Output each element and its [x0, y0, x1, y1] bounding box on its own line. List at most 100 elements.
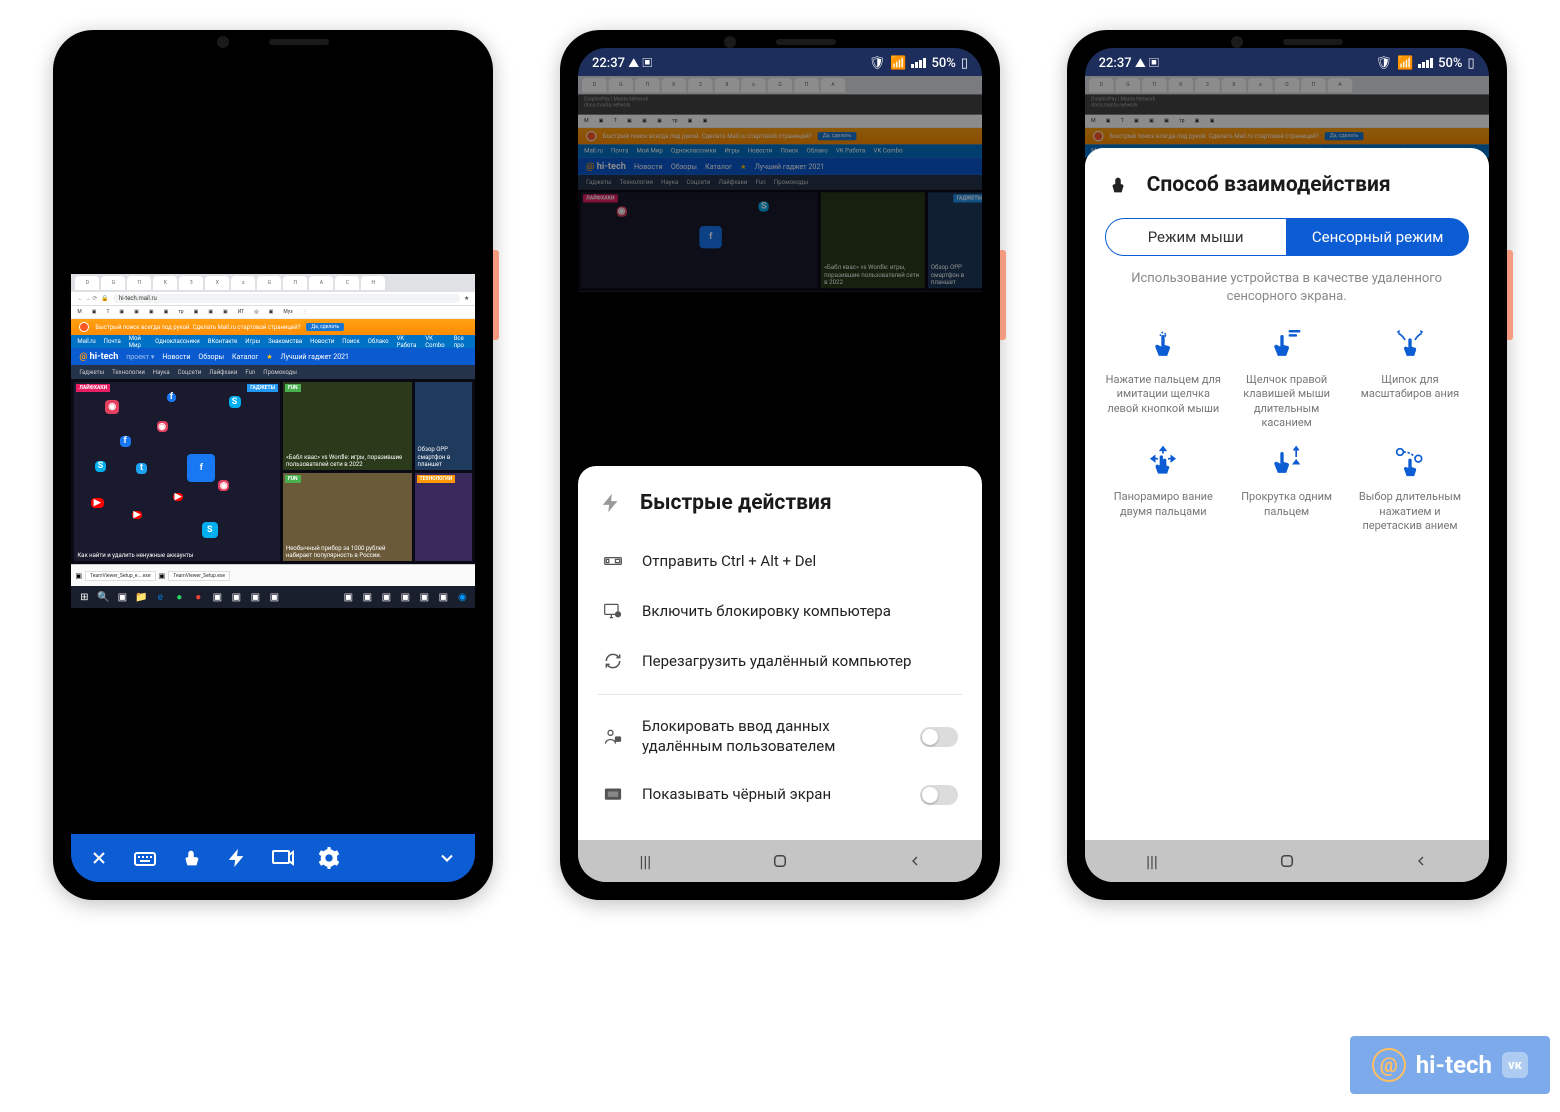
close-icon[interactable] [85, 844, 113, 872]
gesture-tap: Нажатие пальцем для имитации щелчка лево… [1105, 323, 1222, 430]
phone-notch [217, 36, 329, 48]
divider [598, 694, 962, 695]
back-icon[interactable] [904, 850, 926, 872]
star-icon: ★ [266, 353, 272, 361]
gesture-drag: Выбор длительным нажатием и перетаскив а… [1351, 440, 1468, 533]
battery-percent: 50% [931, 56, 955, 71]
article-title-4: Необычный прибор за 1000 рублей набирает… [286, 545, 409, 559]
recents-icon[interactable]: ||| [1141, 850, 1163, 872]
phone-mockup-1: DGПК3ХsGПACH ← → ⟳ 🔒 hi-tech.mail.ru ★ М… [53, 30, 493, 900]
search-icon[interactable]: 🔍 [96, 590, 110, 604]
action-lock-computer[interactable]: Включить блокировку компьютера [598, 586, 962, 636]
lightning-icon[interactable] [223, 844, 251, 872]
mode-segmented-control: Режим мыши Сенсорный режим [1105, 218, 1469, 256]
phone-mockup-2: 22:37 ⛰ ▣ 🛡 📶 50% ▯ DGПК3ХsGПA DolphinPa… [560, 30, 1000, 900]
gesture-longpress-label: Щелчок правой клавишей мыши длительным к… [1228, 373, 1345, 430]
shield-icon: 🛡 [869, 56, 886, 71]
article-card-2[interactable]: FUN «Бабл квас» vs Wordle: игры, поразив… [283, 382, 412, 470]
signal-icon [911, 58, 926, 68]
back-icon[interactable] [1410, 850, 1432, 872]
mode-mouse-button[interactable]: Режим мыши [1105, 218, 1287, 256]
signal-icon [1418, 58, 1433, 68]
promo-banner[interactable]: Быстрый поиск всегда под рукой. Сделать … [71, 319, 475, 335]
article-title-1: Как найти и удалить ненужные аккаунты [77, 552, 277, 559]
quick-actions-panel: Быстрые действия Отправить Ctrl + Alt + … [578, 466, 982, 882]
home-icon[interactable] [1276, 850, 1298, 872]
article-card-5[interactable]: ТЕХНОЛОГИИ [415, 473, 473, 561]
url-field[interactable]: hi-tech.mail.ru [113, 294, 460, 303]
status-icon: ⛰ ▣ [1135, 56, 1159, 71]
home-icon[interactable] [769, 850, 791, 872]
action-restart-remote[interactable]: Перезагрузить удалённый компьютер [598, 636, 962, 686]
gesture-drag-icon [1388, 440, 1432, 484]
toggle-black-screen[interactable]: Показывать чёрный экран [598, 770, 962, 820]
action-label: Включить блокировку компьютера [642, 602, 891, 620]
remote-desktop-view[interactable]: DGПК3ХsGПACH ← → ⟳ 🔒 hi-tech.mail.ru ★ М… [71, 48, 475, 834]
phone-mockup-3: 22:37 ⛰ ▣ 🛡 📶 50% ▯ DGПК3ХsGПA DolphinPa… [1067, 30, 1507, 900]
watermark-text: hi-tech [1416, 1051, 1492, 1079]
dimmed-background[interactable]: DGПК3ХsGПA DolphinPay | Manta Networkdoc… [578, 76, 982, 882]
mode-touch-button[interactable]: Сенсорный режим [1287, 218, 1469, 256]
gesture-pan2-icon [1141, 440, 1185, 484]
browser-tab-strip[interactable]: DGПК3ХsGПACH [71, 274, 475, 292]
status-time: 22:37 [1099, 56, 1132, 71]
dimmed-background[interactable]: DGПК3ХsGПA DolphinPay | Manta Networkdoc… [1085, 76, 1489, 882]
download-item-2[interactable]: TeamViewer_Setup.exe [168, 571, 230, 581]
toggle-label: Блокировать ввод данных удалённым пользо… [642, 717, 902, 756]
action-label: Отправить Ctrl + Alt + Del [642, 552, 816, 570]
touch-icon[interactable] [177, 844, 205, 872]
android-nav-bar: ||| [1085, 840, 1489, 882]
recents-icon[interactable]: ||| [634, 850, 656, 872]
monitor-lock-icon [602, 600, 624, 622]
toggle-switch[interactable] [920, 727, 958, 747]
article-card-main[interactable]: ЛАЙФХАКИ ГАДЖЕТЫ f ◉ S ▶ t S ◉ f ▶ [74, 382, 280, 561]
monitor-icon [602, 784, 624, 806]
gesture-longpress-icon [1265, 323, 1309, 367]
windows-start-icon[interactable]: ⊞ [77, 590, 91, 604]
gesture-scroll1-icon [1265, 440, 1309, 484]
mode-description: Использование устройства в качестве удал… [1105, 270, 1469, 305]
hitech-header: @ hi-tech проект ▾ Новости Обзоры Катало… [71, 348, 475, 365]
screen-share-icon[interactable] [269, 844, 297, 872]
hitech-categories[interactable]: ГаджетыТехнологии НаукаСоцсети ЛайфхакиF… [71, 365, 475, 379]
battery-icon: ▯ [1467, 56, 1474, 71]
toggle-block-input[interactable]: Блокировать ввод данных удалённым пользо… [598, 703, 962, 770]
article-title-2: «Бабл квас» vs Wordle: игры, поразившие … [286, 454, 409, 468]
browser-address-bar[interactable]: ← → ⟳ 🔒 hi-tech.mail.ru ★ [71, 292, 475, 306]
status-time: 22:37 [592, 56, 625, 71]
gear-icon[interactable] [315, 844, 343, 872]
status-bar: 22:37 ⛰ ▣ 🛡 📶 50% ▯ [1085, 48, 1489, 76]
gesture-pan2: Панорамиро вание двумя пальцами [1105, 440, 1222, 533]
download-bar[interactable]: ▣ TeamViewer_Setup_e....exe ▣ TeamViewer… [71, 564, 475, 586]
gesture-tap-label: Нажатие пальцем для имитации щелчка лево… [1105, 373, 1222, 416]
panel-title: Быстрые действия [640, 491, 832, 515]
keyboard-icon[interactable] [131, 844, 159, 872]
toggle-switch[interactable] [920, 785, 958, 805]
article-card-4[interactable]: FUN Необычный прибор за 1000 рублей наби… [283, 473, 412, 561]
article-title-3: Обзор OPP смартфон в планшет [418, 446, 470, 468]
shield-icon: 🛡 [1375, 56, 1392, 71]
lightning-icon [598, 490, 624, 516]
article-card-3[interactable]: Обзор OPP смартфон в планшет [415, 382, 473, 470]
phone-notch [1231, 36, 1343, 48]
windows-taskbar[interactable]: ⊞ 🔍 ▣📁 e ● ● ▣▣ ▣▣ ▣▣ ▣▣ ▣▣ ◉ [71, 586, 475, 608]
action-label: Перезагрузить удалённый компьютер [642, 652, 911, 670]
bookmarks-bar[interactable]: М▣T▣▣▣▣тр▣▣▣ИТ◎▣Муз⋮ [71, 306, 475, 319]
status-bar: 22:37 ⛰ ▣ 🛡 📶 50% ▯ [578, 48, 982, 76]
hitech-logo: @ hi-tech [79, 352, 118, 362]
download-item-1[interactable]: TeamViewer_Setup_e....exe [85, 571, 156, 581]
gesture-scroll1: Прокрутка одним пальцем [1228, 440, 1345, 533]
gesture-pinch: Щипок для масштабиров ания [1351, 323, 1468, 430]
action-ctrl-alt-del[interactable]: Отправить Ctrl + Alt + Del [598, 536, 962, 586]
interaction-mode-panel: Способ взаимодействия Режим мыши Сенсорн… [1085, 148, 1489, 882]
remote-browser-window: DGПК3ХsGПACH ← → ⟳ 🔒 hi-tech.mail.ru ★ М… [71, 274, 475, 608]
chevron-down-icon[interactable] [433, 844, 461, 872]
toggle-label: Показывать чёрный экран [642, 785, 902, 805]
gesture-tap-icon [1141, 323, 1185, 367]
mail-portal-nav[interactable]: Mail.ruПочта Мой МирОдноклассники ВКонта… [71, 335, 475, 348]
at-logo-icon: @ [1372, 1048, 1406, 1082]
banner-confirm-button[interactable]: Да, сделать [306, 323, 344, 331]
banner-text: Быстрый поиск всегда под рукой. Сделать … [95, 324, 300, 331]
social-icons-illustration: f ◉ S ▶ t S ◉ f ▶ S ◉ ▶ f [74, 382, 280, 561]
status-icon: ⛰ ▣ [628, 56, 652, 71]
